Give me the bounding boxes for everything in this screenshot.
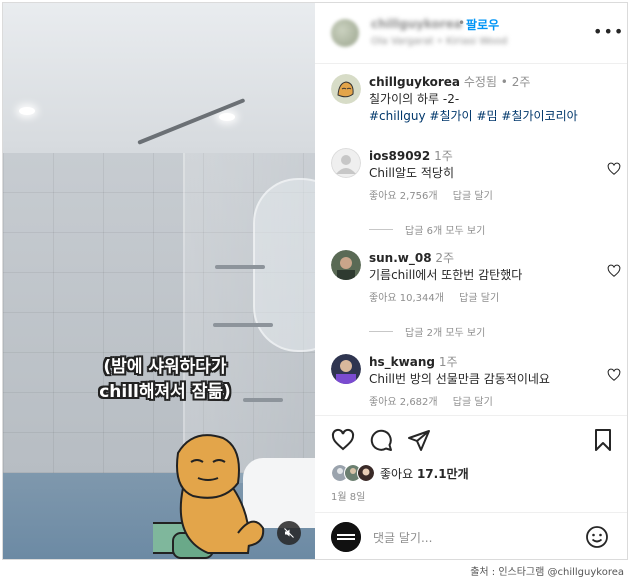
mute-icon (284, 528, 294, 538)
hashtag-link[interactable]: #밈 (476, 109, 497, 123)
more-icon: ••• (593, 22, 625, 41)
comment-likes[interactable]: 좋아요 2,682개 (369, 397, 438, 408)
likes-summary[interactable]: 좋아요 17.1만개 (331, 464, 469, 482)
caption-text: 칠가이의 하루 -2- (369, 92, 460, 106)
heart-icon[interactable] (331, 428, 355, 452)
comment-username[interactable]: ios89092 (369, 149, 430, 163)
mute-button[interactable] (277, 521, 301, 545)
post-date: 1월 8일 (331, 492, 366, 503)
ceiling-light (19, 107, 35, 115)
caption-text-block: chillguykorea 수정됨 • 2주 칠가이의 하루 -2- #chil… (369, 74, 597, 125)
comment-body: sun.w_08 2주 기름chill에서 또한번 감탄했다 좋아요 10,34… (369, 250, 597, 307)
share-icon[interactable] (407, 428, 431, 452)
edited-label: 수정됨 • (463, 75, 508, 89)
reply-button[interactable]: 답글 달기 (453, 191, 493, 202)
caption-username[interactable]: chillguykorea (369, 75, 460, 89)
shelf (215, 265, 265, 269)
audio-info-blurred: Ola Vargarat • Kiriasi Wood (371, 36, 508, 47)
hashtag-link[interactable]: #chillguy (369, 109, 426, 123)
commenter-avatar[interactable] (331, 148, 361, 178)
comment-meta: 좋아요 10,344개 답글 달기 (369, 290, 597, 307)
view-replies-button[interactable]: 답글 6개 모두 보기 (369, 222, 485, 237)
source-credit: 출처 : 인스타그램 @chillguykorea (470, 567, 624, 578)
author-avatar[interactable] (331, 19, 359, 47)
view-replies-label: 답글 2개 모두 보기 (405, 328, 486, 339)
comment-input[interactable]: 댓글 달기... (373, 529, 432, 546)
separator-dot: • (458, 16, 466, 30)
comment-likes[interactable]: 좋아요 2,756개 (369, 191, 438, 202)
likes-number: 17.1만개 (416, 466, 469, 481)
replies-divider (369, 331, 393, 332)
comment-meta: 좋아요 2,682개 답글 달기 (369, 394, 597, 411)
ceiling (3, 3, 315, 153)
comment-meta: 좋아요 2,756개 답글 달기 (369, 188, 597, 205)
comment-age: 1주 (434, 149, 453, 163)
commenter-avatar[interactable] (331, 354, 361, 384)
post-actions: 좋아요 17.1만개 1월 8일 댓글 달기... (315, 415, 627, 559)
view-replies-label: 답글 6개 모두 보기 (405, 226, 486, 237)
hashtags: #chillguy #칠가이 #밈 #칠가이코리아 (369, 108, 597, 125)
replies-divider (369, 229, 393, 230)
hashtag-link[interactable]: #칠가이코리아 (501, 109, 577, 123)
comment-text: 기름chill에서 또한번 감탄했다 (369, 268, 523, 282)
instagram-post: (밤에 샤워하다가 chill해져서 잠듦) chillguykorea • 팔… (2, 2, 628, 560)
view-replies-button[interactable]: 답글 2개 모두 보기 (369, 324, 485, 339)
hashtag-link[interactable]: #칠가이 (429, 109, 472, 123)
more-options-button[interactable]: ••• (593, 22, 625, 41)
post-header: chillguykorea • 팔로우 Ola Vargarat • Kiria… (315, 3, 627, 64)
comment-body: ios89092 1주 Chill알도 적당히 좋아요 2,756개 답글 달기 (369, 148, 597, 205)
comment-age: 1주 (438, 355, 458, 369)
comment-body: hs_kwang 1주 Chill번 방의 선물만큼 감동적이네요 좋아요 2,… (369, 354, 597, 411)
comment-composer: 댓글 달기... (315, 512, 627, 559)
comments-scroll-area[interactable]: chillguykorea 수정됨 • 2주 칠가이의 하루 -2- #chil… (315, 64, 627, 415)
comment-text: Chill번 방의 선물만큼 감동적이네요 (369, 372, 550, 386)
reply-button[interactable]: 답글 달기 (459, 293, 499, 304)
comment-item: ios89092 1주 Chill알도 적당히 좋아요 2,756개 답글 달기… (331, 148, 621, 238)
follow-button[interactable]: 팔로우 (466, 16, 499, 33)
comment-text: Chill알도 적당히 (369, 166, 455, 180)
video-player[interactable]: (밤에 샤워하다가 chill해져서 잠듦) (3, 3, 315, 559)
subtitle-line: (밤에 샤워하다가 (103, 357, 227, 377)
comment-username[interactable]: hs_kwang (369, 355, 435, 369)
current-user-avatar (331, 522, 361, 552)
bookmark-icon[interactable] (591, 428, 615, 452)
likes-count: 좋아요 17.1만개 (380, 465, 469, 482)
ceiling-light (219, 113, 235, 121)
post-caption: chillguykorea 수정됨 • 2주 칠가이의 하루 -2- #chil… (331, 74, 621, 134)
author-avatar[interactable] (331, 74, 361, 104)
comment-item: hs_kwang 1주 Chill번 방의 선물만큼 감동적이네요 좋아요 2,… (331, 354, 621, 414)
shelf (213, 323, 273, 327)
likes-label: 좋아요 (380, 466, 414, 481)
subtitle-line: chill해져서 잠듦) (99, 382, 231, 402)
post-sidebar: chillguykorea • 팔로우 Ola Vargarat • Kiria… (315, 3, 627, 559)
commenter-avatar[interactable] (331, 250, 361, 280)
comment-likes[interactable]: 좋아요 10,344개 (369, 293, 444, 304)
chill-guy-character (153, 434, 265, 559)
video-subtitle: (밤에 샤워하다가 chill해져서 잠듦) (65, 355, 265, 405)
heart-icon[interactable] (607, 162, 621, 176)
comment-icon[interactable] (369, 428, 393, 452)
comment-username[interactable]: sun.w_08 (369, 251, 432, 265)
reply-button[interactable]: 답글 달기 (453, 397, 493, 408)
liker-avatar (357, 464, 375, 482)
comment-age: 2주 (435, 251, 455, 265)
emoji-icon[interactable] (585, 525, 609, 549)
heart-icon[interactable] (607, 368, 621, 382)
author-username-blurred[interactable]: chillguykorea (371, 17, 462, 31)
comment-item: sun.w_08 2주 기름chill에서 또한번 감탄했다 좋아요 10,34… (331, 250, 621, 340)
heart-icon[interactable] (607, 264, 621, 278)
caption-age: 2주 (511, 75, 531, 89)
